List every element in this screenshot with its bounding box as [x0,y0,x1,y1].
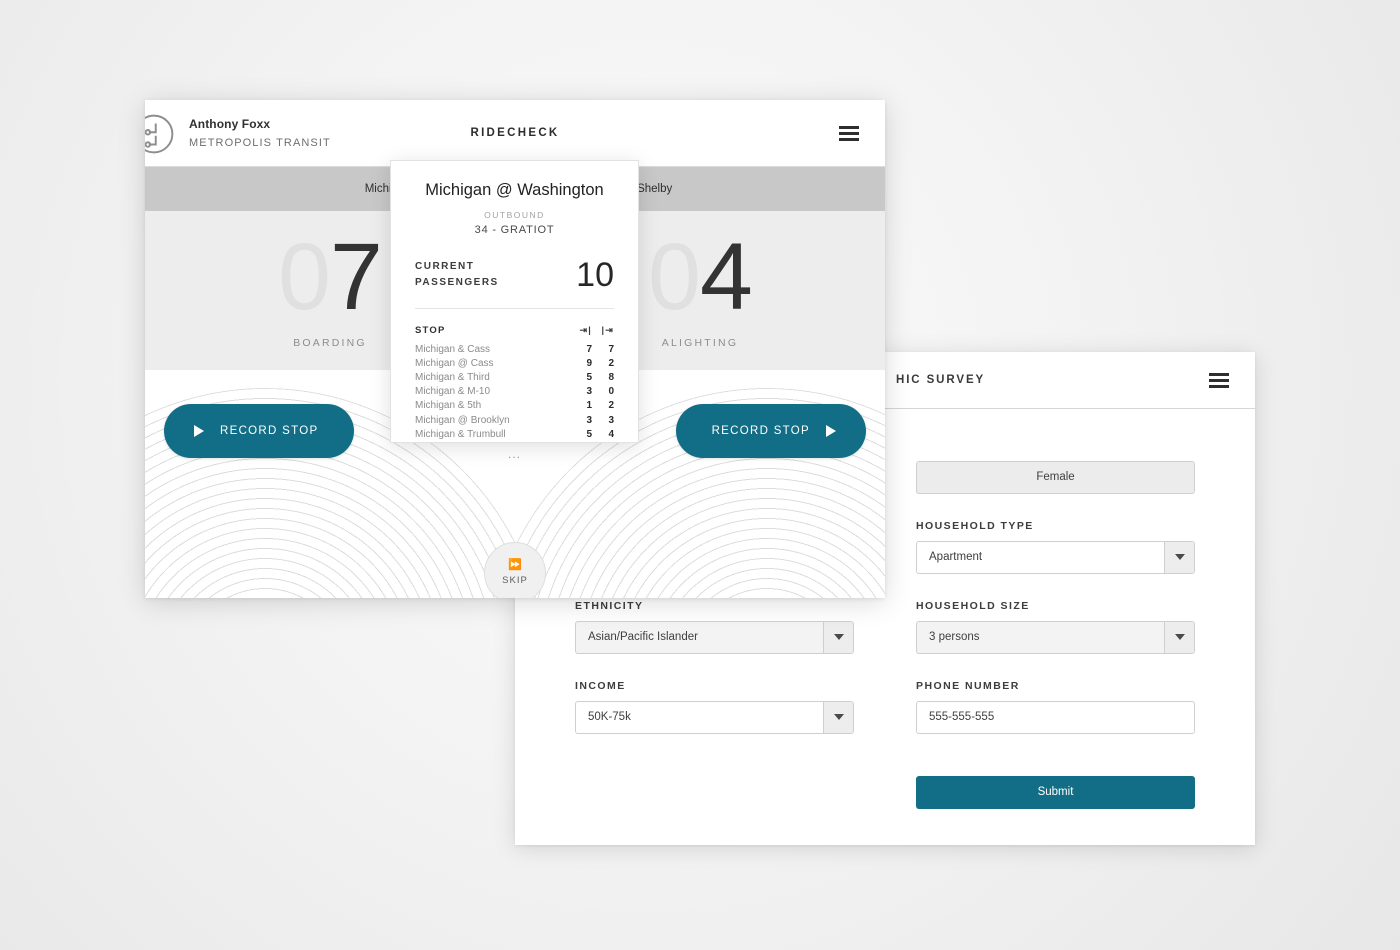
survey-field-income: INCOME 50K-75k [575,680,854,734]
stop-name-cell: Michigan @ Brooklyn [415,414,510,426]
stop-column-header: STOP [415,325,446,336]
household-type-label: HOUSEHOLD TYPE [916,519,1034,532]
table-row[interactable]: Michigan @ Cass 9 2 [415,356,614,370]
table-row[interactable]: Michigan & Third 5 8 [415,370,614,384]
table-row[interactable]: Michigan & 5th 1 2 [415,399,614,413]
stop-card-route: 34 - GRATIOT [474,224,555,236]
alighting-count-cell: 2 [608,400,614,412]
alighting-count-cell: 0 [608,386,614,398]
chevron-down-icon [1164,621,1194,653]
gender-button[interactable]: Female [916,460,1195,494]
skip-label: SKIP [502,575,528,586]
stop-detail-card: Michigan @ Washington OUTBOUND 34 - GRAT… [390,160,639,461]
record-stop-button-right[interactable]: RECORD STOP [675,404,866,458]
boarding-arrow-icon: ⇥| [579,325,592,335]
current-passengers-row: CURRENT PASSENGERS 10 [415,258,614,309]
stop-history-body: Michigan & Cass 7 7 Michigan @ Cass 9 2 Michig… [415,342,614,441]
play-triangle-icon [194,425,204,437]
ethnicity-select[interactable]: Asian/Pacific Islander [575,620,854,654]
boarding-count-cell: 5 [586,371,592,383]
stop-name-cell: Michigan @ Cass [415,357,494,369]
boarding-count-cell: 3 [586,414,592,426]
current-passengers-value: 10 [576,256,614,294]
ethnicity-label: ETHNICITY [575,599,644,612]
chevron-down-icon [823,621,853,653]
income-label: INCOME [575,679,626,692]
stop-name-cell: Michigan & 5th [415,400,482,412]
stop-name-cell: Michigan & Trumbull [415,428,506,440]
boarding-count-cell: 5 [586,428,592,440]
alighting-value: 4 [700,224,753,331]
household-size-label: HOUSEHOLD SIZE [916,599,1030,612]
household-size-select[interactable]: 3 persons [916,620,1195,654]
stop-history-table: STOP ⇥| |⇥ Michigan & Cass 7 7 Michigan @ C… [415,325,614,441]
survey-field-phone: PHONE NUMBER [916,680,1195,734]
stop-name-cell: Michigan & M-10 [415,386,491,398]
boarding-value: 7 [330,224,383,331]
record-stop-right-label: RECORD STOP [711,425,810,437]
boarding-count-cell: 3 [586,386,592,398]
alighting-count-cell: 7 [608,343,614,355]
survey-field-gender: Female [916,441,1195,494]
alighting-count-cell: 3 [608,414,614,426]
table-row[interactable]: Michigan & Trumbull 5 4 [415,427,614,441]
play-triangle-icon [826,425,836,437]
hamburger-menu-icon[interactable] [1209,373,1229,388]
boarding-count-cell: 7 [586,343,592,355]
household-type-select[interactable]: Apartment [916,540,1195,574]
alighting-count-cell: 8 [608,371,614,383]
boarding-label: BOARDING [293,336,367,349]
phone-number-label: PHONE NUMBER [916,679,1020,692]
stop-name-cell: Michigan & Third [415,371,490,383]
chevron-down-icon [823,701,853,733]
alighting-leading-zero: 0 [648,224,701,331]
income-value: 50K-75k [588,711,631,723]
skip-forward-icon: ⏩ [508,559,522,571]
record-stop-left-label: RECORD STOP [220,425,319,437]
stop-card-direction: OUTBOUND [484,210,545,220]
table-row[interactable]: Michigan & M-10 3 0 [415,385,614,399]
table-row[interactable]: Michigan & Cass 7 7 [415,342,614,356]
survey-title: HIC SURVEY [896,374,986,386]
phone-number-input[interactable] [916,700,1195,734]
alighting-arrow-icon: |⇥ [601,325,614,335]
table-row[interactable]: Michigan @ Brooklyn 3 3 [415,413,614,427]
survey-field-ethnicity: ETHNICITY Asian/Pacific Islander [575,600,854,654]
record-stop-button-left[interactable]: RECORD STOP [164,404,355,458]
app-brand-title: RIDECHECK [470,127,560,139]
stop-name-cell: Michigan & Cass [415,343,491,355]
hamburger-menu-icon[interactable] [839,126,859,141]
ethnicity-value: Asian/Pacific Islander [588,631,698,643]
survey-field-household-type: HOUSEHOLD TYPE Apartment [916,520,1195,574]
income-select[interactable]: 50K-75k [575,700,854,734]
alighting-count-cell: 4 [608,428,614,440]
household-size-value: 3 persons [929,631,980,643]
boarding-count-cell: 1 [586,400,592,412]
submit-button[interactable]: Submit [916,775,1195,809]
alighting-count-cell: 2 [608,357,614,369]
table-header-row: STOP ⇥| |⇥ [415,325,614,342]
stop-card-title: Michigan @ Washington [425,181,604,199]
user-name: Anthony Foxx [189,117,271,131]
current-passengers-label: CURRENT PASSENGERS [415,261,499,288]
skip-button[interactable]: ⏩ SKIP [484,542,546,598]
boarding-count-cell: 9 [586,357,592,369]
boarding-leading-zero: 0 [278,224,331,331]
ridecheck-header: Anthony Foxx METROPOLIS TRANSIT RIDECHEC… [145,100,885,167]
alighting-label: ALIGHTING [661,336,739,349]
transit-logo-icon [145,114,174,154]
more-rows-indicator: ... [507,447,521,462]
user-organization: METROPOLIS TRANSIT [189,137,331,149]
chevron-down-icon [1164,541,1194,573]
survey-field-household-size: HOUSEHOLD SIZE 3 persons [916,600,1195,654]
user-info: Anthony Foxx METROPOLIS TRANSIT [189,117,331,149]
household-type-value: Apartment [929,551,983,563]
